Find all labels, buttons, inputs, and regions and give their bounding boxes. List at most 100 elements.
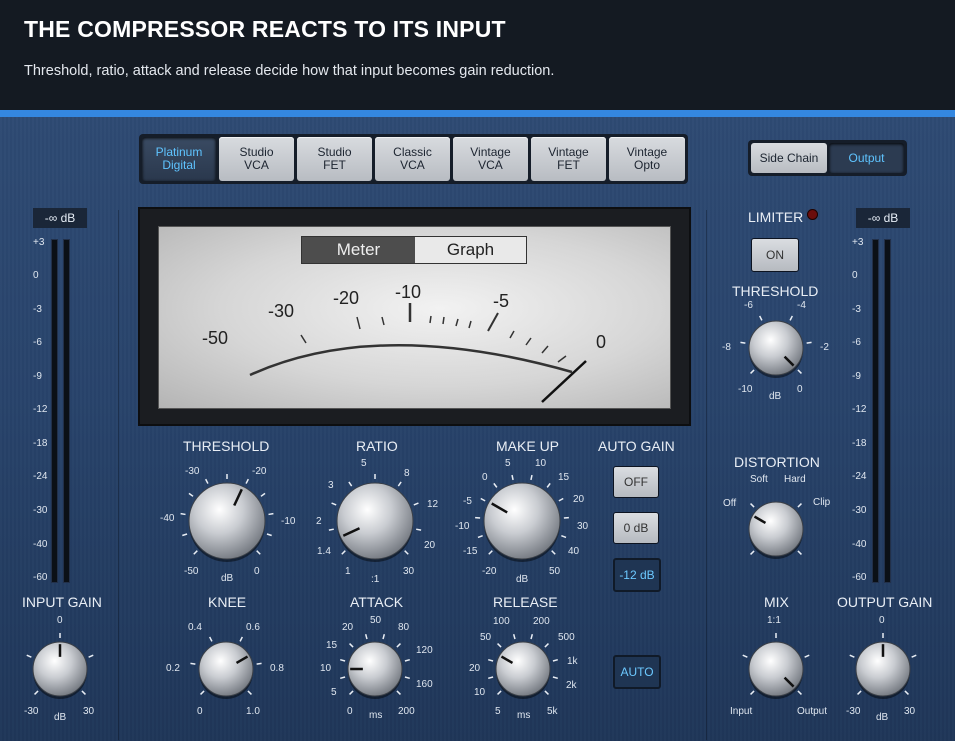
meter-tab[interactable]: Meter — [302, 237, 415, 263]
tab-studio-fet[interactable]: Studio FET — [297, 137, 372, 181]
meter-scale-label: -18 — [33, 438, 48, 449]
attack-scale-label: 20 — [342, 622, 354, 633]
auto-gain-0db-button[interactable]: 0 dB — [613, 512, 659, 544]
output-meter-right — [884, 239, 891, 583]
release-scale-label: 5k — [547, 706, 558, 717]
meter-scale-label: -9 — [33, 371, 42, 382]
meter-scale-label: +3 — [852, 237, 864, 248]
makeup-scale-label: 30 — [577, 521, 589, 532]
meter-scale-label: -24 — [33, 471, 48, 482]
meter-view-toggle: Meter Graph — [301, 236, 527, 264]
meter-scale-label: -60 — [852, 572, 867, 583]
limiter-on-button[interactable]: ON — [751, 238, 799, 272]
release-knob[interactable] — [479, 625, 567, 713]
release-scale-label: 200 — [533, 616, 550, 627]
limiter-threshold-unit: dB — [769, 391, 782, 402]
meter-scale-label: -3 — [852, 304, 861, 315]
release-scale-label: 500 — [558, 632, 575, 643]
attack-scale-label: 50 — [370, 615, 382, 626]
tab-vintage-vca[interactable]: Vintage VCA — [453, 137, 528, 181]
input-gain-scale-label: 0 — [57, 615, 63, 626]
input-gain-knob[interactable] — [16, 625, 104, 713]
meter-tick-label: -20 — [333, 288, 360, 308]
input-meter-left — [51, 239, 58, 583]
makeup-scale-label: -15 — [463, 546, 478, 557]
ratio-unit: :1 — [371, 574, 380, 585]
meter-scale-label: -40 — [33, 539, 48, 550]
limiter-led — [807, 209, 818, 220]
meter-scale-label: -3 — [33, 304, 42, 315]
auto-gain-minus12db-button[interactable]: -12 dB — [613, 558, 661, 592]
threshold-knob[interactable] — [171, 465, 283, 577]
attack-scale-label: 10 — [320, 663, 332, 674]
knee-scale-label: 1.0 — [246, 706, 260, 717]
limiter-threshold-scale-label: 0 — [797, 384, 803, 395]
ratio-knob[interactable] — [319, 465, 431, 577]
header: THE COMPRESSOR REACTS TO ITS INPUT Thres… — [0, 0, 955, 110]
mix-scale-label: Output — [797, 706, 828, 717]
distortion-label: DISTORTION — [734, 454, 820, 470]
ratio-label: RATIO — [356, 438, 398, 454]
tab-platinum-digital[interactable]: Platinum Digital — [142, 137, 216, 181]
makeup-scale-label: 50 — [549, 566, 561, 577]
meter-scale-label: -24 — [852, 471, 867, 482]
release-scale-label: 10 — [474, 687, 486, 698]
tab-label: Studio — [317, 145, 352, 159]
attack-scale-label: 120 — [416, 645, 433, 656]
meter-scale-label: -12 — [852, 404, 867, 415]
attack-knob[interactable] — [331, 625, 419, 713]
tab-classic-vca[interactable]: Classic VCA — [375, 137, 450, 181]
release-scale-label: 50 — [480, 632, 492, 643]
ratio-scale-label: 8 — [404, 468, 410, 479]
ratio-scale-label: 30 — [403, 566, 415, 577]
makeup-scale-label: -10 — [455, 521, 470, 532]
auto-release-button[interactable]: AUTO — [613, 655, 661, 689]
graph-tab[interactable]: Graph — [415, 237, 526, 263]
tab-label: VCA — [244, 158, 269, 172]
tab-label: FET — [323, 158, 346, 172]
distortion-scale-label: Soft — [750, 474, 768, 485]
tab-label: Studio — [239, 145, 274, 159]
distortion-knob[interactable] — [732, 485, 820, 573]
meter-scale-label: -6 — [852, 337, 861, 348]
tab-label: Opto — [633, 158, 660, 172]
meter-scale-label: -18 — [852, 438, 867, 449]
output-gain-knob[interactable] — [839, 625, 927, 713]
mix-scale-label: 1:1 — [767, 615, 781, 626]
mix-knob[interactable] — [732, 625, 820, 713]
knee-label: KNEE — [208, 594, 247, 610]
distortion-scale-label: Off — [723, 498, 737, 509]
tab-studio-vca[interactable]: Studio VCA — [219, 137, 294, 181]
meter-scale-label: 0 — [852, 270, 858, 281]
side-chain-button[interactable]: Side Chain — [751, 143, 827, 173]
release-unit: ms — [517, 710, 531, 721]
distortion-scale-label: Clip — [813, 497, 831, 508]
limiter-threshold-knob[interactable] — [732, 304, 820, 392]
release-scale-label: 2k — [566, 680, 577, 691]
knee-scale-label: 0.4 — [188, 622, 202, 633]
tab-label: Vintage — [548, 145, 589, 159]
output-button[interactable]: Output — [829, 143, 904, 173]
makeup-label: MAKE UP — [496, 438, 560, 454]
tab-vintage-fet[interactable]: Vintage FET — [531, 137, 606, 181]
output-meter-left — [872, 239, 879, 583]
threshold-scale-label: -30 — [185, 466, 200, 477]
limiter-threshold-scale-label: -2 — [820, 342, 829, 353]
makeup-scale-label: 20 — [573, 494, 585, 505]
mix-label: MIX — [764, 594, 789, 610]
input-level-readout: -∞ dB — [33, 208, 87, 228]
release-scale-label: 100 — [493, 616, 510, 627]
knee-scale-label: 0.8 — [270, 663, 284, 674]
auto-gain-label: AUTO GAIN — [598, 438, 675, 454]
tab-vintage-opto[interactable]: Vintage Opto — [609, 137, 685, 181]
attack-scale-label: 80 — [398, 622, 410, 633]
input-gain-scale-label: 30 — [83, 706, 95, 717]
output-gain-label: OUTPUT GAIN — [837, 594, 933, 610]
page-title: THE COMPRESSOR REACTS TO ITS INPUT — [24, 16, 506, 42]
auto-gain-off-button[interactable]: OFF — [613, 466, 659, 498]
attack-scale-label: 0 — [347, 706, 353, 717]
release-label: RELEASE — [493, 594, 558, 610]
limiter-threshold-scale-label: -4 — [797, 300, 806, 311]
meter-tick-label: 0 — [596, 332, 607, 352]
knee-knob[interactable] — [182, 625, 270, 713]
